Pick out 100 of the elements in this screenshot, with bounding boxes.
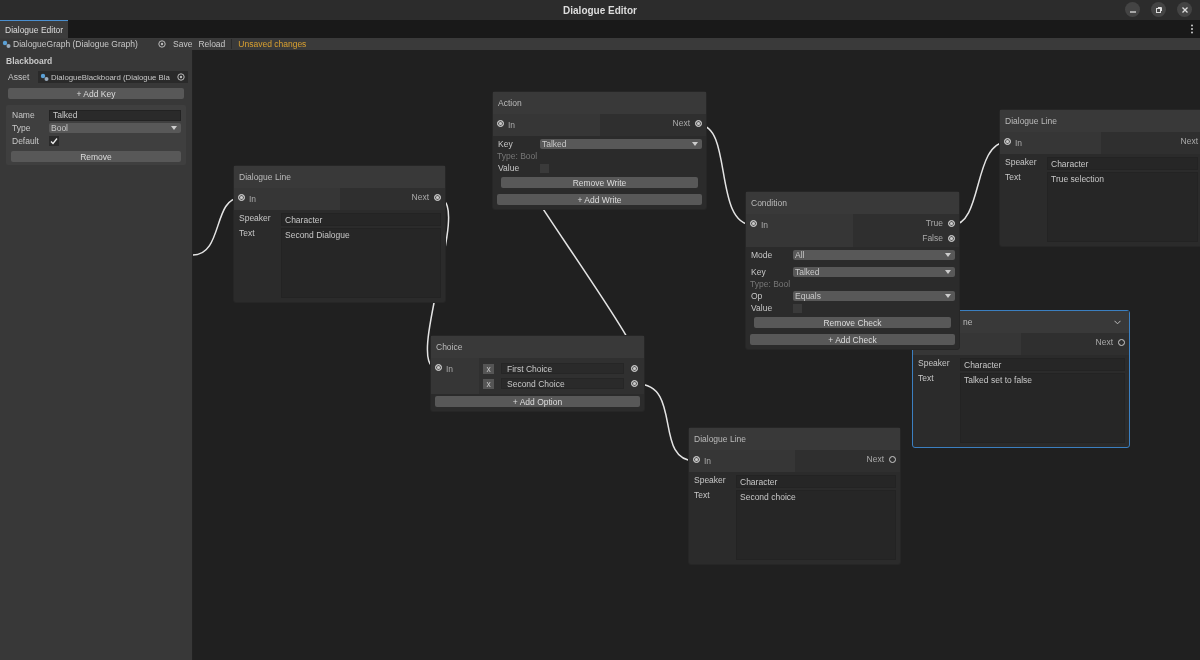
type-info: Type: Bool [497,151,539,161]
object-picker-icon[interactable] [158,40,166,48]
mode-dropdown[interactable]: All [793,250,955,260]
caret-icon [692,142,698,146]
node-title: ne [963,317,973,327]
input-port[interactable] [497,120,504,127]
maximize-button[interactable] [1151,2,1166,17]
graph-node[interactable]: ne Next Speaker Character Text Talked set to false [912,310,1130,448]
text-area[interactable]: Second choice [736,490,896,560]
graph-asset-field[interactable]: DialogueGraph (Dialogue Graph) [0,38,169,50]
default-checkbox[interactable] [49,136,59,146]
node-title: Condition [751,198,787,208]
speaker-field[interactable]: Character [960,358,1125,371]
input-port[interactable] [1004,138,1011,145]
node-title: Dialogue Line [694,434,746,444]
option-field[interactable]: Second Choice [501,378,624,389]
more-options-icon[interactable] [1190,24,1194,34]
port-label: Next [411,192,429,202]
caret-icon [945,294,951,298]
graph-node[interactable]: Condition In True False Mode All Key Talked Type: Bool Op Equals Value Remove Check + Add Check [745,191,960,350]
field-label: Text [1004,172,1022,182]
field-label: Mode [750,250,774,260]
asset-icon [40,72,49,82]
add-option-button[interactable]: + Add Option [435,396,640,407]
remove-option-button[interactable]: x [483,378,494,389]
field-label: Value [497,163,521,173]
panel-title: Blackboard [5,55,54,68]
port-label: In [249,194,257,204]
type-dropdown[interactable]: Bool [49,123,181,133]
toolbar-button[interactable]: Save [171,38,195,50]
field-label: Asset [8,72,31,82]
asset-icon [2,39,11,49]
chevron-down-icon[interactable] [1114,319,1121,325]
field-label: Op [750,291,764,301]
field-label: Key [497,139,514,149]
field-label: Speaker [238,213,272,223]
input-port[interactable] [693,456,700,463]
add-write-button[interactable]: + Add Write [497,194,702,205]
window-title: Dialogue Editor [563,4,637,16]
name-field[interactable]: Talked [49,109,181,121]
speaker-field[interactable]: Character [736,475,896,488]
output-port[interactable] [948,219,955,227]
remove-check-button[interactable]: Remove Check [754,317,951,328]
caret-icon [945,253,951,257]
remove-option-button[interactable]: x [483,363,494,374]
editor-tab[interactable]: Dialogue Editor [0,20,69,38]
minimize-button[interactable] [1125,2,1140,17]
speaker-field[interactable]: Character [1047,157,1198,170]
text-area[interactable]: True selection [1047,172,1198,242]
graph-node[interactable]: Dialogue Line In Next Speaker Character Text True selection [999,109,1200,247]
field-label: Speaker [1004,157,1038,167]
close-button[interactable] [1177,2,1192,17]
graph-node[interactable]: Action In Next Key Talked Type: Bool Value Remove Write + Add Write [492,91,707,210]
port-label: Next [1180,136,1198,146]
field-label: Key [750,267,767,277]
port-label: In [704,456,712,466]
close-icon [1180,5,1189,14]
text-area[interactable]: Second Dialogue [281,228,441,298]
port-label: Next [866,454,884,464]
input-port[interactable] [750,220,757,227]
output-port[interactable] [434,193,441,201]
add-key-button[interactable]: + Add Key [8,88,184,99]
graph-node[interactable]: Dialogue Line In Next Speaker Character Text Second Dialogue [233,165,446,303]
output-port[interactable] [631,365,638,372]
status-text: Unsaved changes [231,39,307,49]
field-label: Text [238,228,256,238]
text-area[interactable]: Talked set to false [960,373,1125,443]
node-title: Dialogue Line [1005,116,1057,126]
graph-node[interactable]: Dialogue Line In Next Speaker Character Text Second choice [688,427,901,565]
field-label: Name [11,110,36,120]
port-label: In [508,120,516,130]
field-label: Speaker [917,358,951,368]
remove-key-button[interactable]: Remove [11,151,181,162]
input-port[interactable] [435,364,442,371]
output-port[interactable] [631,380,638,387]
add-check-button[interactable]: + Add Check [750,334,955,345]
input-port[interactable] [238,194,245,201]
graph-node[interactable]: Choice In x First Choice x Second Choice + Add Option [430,335,645,412]
key-dropdown[interactable]: Talked [540,139,702,149]
port-label: Next [1095,337,1113,347]
port-label: Next [672,118,690,128]
caret-icon [171,126,177,130]
toolbar-button[interactable]: Reload [196,38,228,50]
restore-icon [1154,5,1163,14]
caret-icon [945,270,951,274]
port-label: False [922,233,943,243]
operator-dropdown[interactable]: Equals [793,291,955,301]
field-label: Value [750,303,774,313]
node-title: Action [498,98,522,108]
port-label: In [446,364,454,374]
speaker-field[interactable]: Character [281,213,441,226]
remove-write-button[interactable]: Remove Write [501,177,698,188]
option-field[interactable]: First Choice [501,363,624,374]
minimize-icon [1128,10,1137,13]
output-port[interactable] [695,119,702,127]
port-label: In [1015,138,1023,148]
key-dropdown[interactable]: Talked [793,267,955,277]
field-label: Text [917,373,935,383]
object-picker-icon[interactable] [177,73,185,81]
field-label: Speaker [693,475,727,485]
